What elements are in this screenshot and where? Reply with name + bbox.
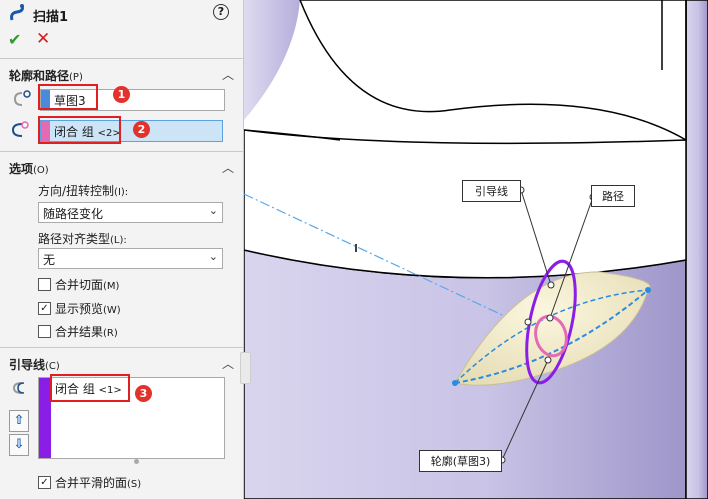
merge-smooth-faces-label[interactable]: 合并平滑的面(S) — [55, 474, 141, 491]
feature-title: 扫描1 — [33, 10, 69, 25]
badge-2: 2 — [133, 121, 150, 138]
cancel-button[interactable]: ✕ — [36, 29, 50, 49]
path-selector-icon — [11, 121, 29, 137]
highlight-box-1 — [38, 84, 98, 110]
section-guide-curves-key: (C) — [45, 361, 60, 372]
merge-tangent-faces-key: (M) — [103, 281, 120, 292]
sweep-feature-icon — [10, 4, 24, 21]
collapse-options-icon[interactable]: ︿ — [222, 159, 234, 176]
merge-tangent-faces-checkbox[interactable] — [38, 278, 51, 291]
section-profile-path-heading[interactable]: 轮廓和路径(P) — [9, 67, 83, 84]
move-down-button[interactable]: ⇩ — [9, 434, 29, 456]
chevron-down-icon: ⌄ — [208, 250, 218, 263]
section-options-key: (O) — [33, 165, 49, 176]
collapse-guide-curves-icon[interactable]: ︿ — [222, 355, 234, 372]
chevron-down-icon: ⌄ — [208, 204, 218, 217]
show-preview-label[interactable]: 显示预览(W) — [55, 300, 121, 317]
orientation-dropdown-value: 随路径变化 — [43, 207, 104, 221]
path-alignment-dropdown-value: 无 — [43, 253, 56, 267]
callout-path[interactable]: 路径 — [591, 185, 635, 207]
show-preview-text: 显示预览 — [55, 302, 104, 316]
guide-curve-selector-icon — [12, 382, 25, 394]
section-options-title: 选项 — [9, 162, 34, 176]
show-preview-key: (W) — [103, 305, 121, 316]
orientation-label-text: 方向/扭转控制 — [38, 184, 115, 198]
section-guide-curves-title: 引导线 — [9, 358, 46, 372]
panel-splitter[interactable] — [243, 0, 244, 499]
profile-selector-icon — [13, 90, 31, 106]
orientation-label: 方向/扭转控制(I): — [38, 182, 128, 199]
path-alignment-label: 路径对齐类型(L): — [38, 230, 127, 247]
badge-3: 3 — [135, 385, 152, 402]
section-profile-path-key: (P) — [69, 72, 83, 83]
section-guide-curves-heading[interactable]: 引导线(C) — [9, 356, 60, 373]
merge-tangent-faces-label[interactable]: 合并切面(M) — [55, 276, 119, 293]
orientation-dropdown[interactable]: 随路径变化 ⌄ — [38, 202, 223, 223]
merge-smooth-faces-key: (S) — [127, 479, 142, 490]
section-options-heading[interactable]: 选项(O) — [9, 160, 49, 177]
cylinder-right-strip — [685, 0, 708, 499]
path-alignment-dropdown[interactable]: 无 ⌄ — [38, 248, 223, 269]
highlight-box-2 — [38, 116, 121, 144]
merge-result-label[interactable]: 合并结果(R) — [55, 323, 118, 340]
cylinder-inner-wall — [299, 0, 687, 142]
merge-smooth-faces-checkbox[interactable]: ✓ — [38, 476, 51, 489]
callout-guide-curve[interactable]: 引导线 — [462, 180, 521, 202]
panel-collapse-grip[interactable] — [240, 352, 251, 384]
ok-button[interactable]: ✔ — [8, 30, 21, 49]
section-profile-path-title: 轮廓和路径 — [9, 69, 70, 83]
path-alignment-label-text: 路径对齐类型 — [38, 232, 111, 246]
callout-profile[interactable]: 轮廓(草图3) — [419, 450, 502, 472]
resize-handle-dot[interactable] — [134, 459, 139, 464]
path-alignment-label-key: (L): — [110, 235, 127, 246]
graphics-viewport[interactable] — [244, 0, 708, 499]
cylinder-top-wall — [244, 0, 300, 120]
show-preview-checkbox[interactable]: ✓ — [38, 302, 51, 315]
merge-result-checkbox[interactable] — [38, 325, 51, 338]
merge-tangent-faces-text: 合并切面 — [55, 278, 104, 292]
highlight-box-3 — [50, 374, 130, 402]
move-up-button[interactable]: ⇧ — [9, 410, 29, 432]
help-icon[interactable]: ? — [213, 4, 229, 20]
merge-smooth-faces-text: 合并平滑的面 — [55, 476, 128, 490]
merge-result-text: 合并结果 — [55, 325, 104, 339]
merge-result-key: (R) — [103, 328, 118, 339]
badge-1: 1 — [113, 86, 130, 103]
orientation-label-key: (I): — [114, 187, 129, 198]
property-manager-panel: 扫描1 ? ✔ ✕ 轮廓和路径(P) ︿ 草图3 1 闭合 组 <2> 2 选项… — [0, 0, 243, 499]
collapse-profile-path-icon[interactable]: ︿ — [222, 66, 234, 83]
